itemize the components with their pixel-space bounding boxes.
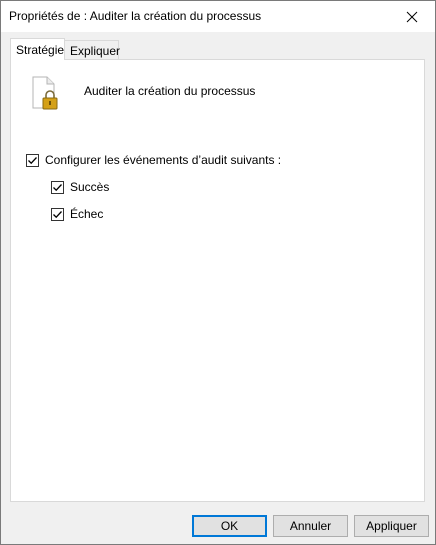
apply-button[interactable]: Appliquer	[354, 515, 429, 537]
policy-name: Auditer la création du processus	[84, 84, 256, 98]
close-button[interactable]	[389, 1, 435, 32]
checkmark-icon	[28, 156, 37, 164]
checkmark-icon	[53, 210, 62, 218]
tab-strategie[interactable]: Stratégie	[10, 38, 65, 60]
close-icon	[406, 11, 418, 22]
window-title: Propriétés de : Auditer la création du p…	[9, 9, 262, 23]
properties-dialog: Propriétés de : Auditer la création du p…	[0, 0, 436, 545]
policy-document-lock-icon	[32, 76, 58, 110]
configure-audit-option: Configurer les événements d’audit suivan…	[26, 153, 281, 167]
tab-expliquer-label: Expliquer	[70, 44, 121, 58]
title-bar: Propriétés de : Auditer la création du p…	[1, 1, 435, 32]
failure-checkbox[interactable]	[51, 207, 64, 221]
success-option: Succès	[51, 180, 109, 194]
tab-strategie-label: Stratégie	[16, 43, 65, 57]
ok-button[interactable]: OK	[192, 515, 267, 537]
tab-expliquer[interactable]: Expliquer	[65, 40, 121, 59]
failure-option: Échec	[51, 207, 103, 221]
failure-label: Échec	[70, 207, 104, 221]
tab-panel-strategie: Auditer la création du processus Configu…	[10, 59, 425, 502]
success-checkbox[interactable]	[51, 180, 64, 194]
configure-audit-label: Configurer les événements d’audit suivan…	[45, 153, 282, 167]
configure-audit-checkbox[interactable]	[26, 153, 39, 167]
dialog-buttons: OK Annuler Appliquer	[1, 515, 435, 537]
cancel-button[interactable]: Annuler	[273, 515, 348, 537]
checkmark-icon	[53, 183, 62, 191]
success-label: Succès	[70, 180, 110, 194]
